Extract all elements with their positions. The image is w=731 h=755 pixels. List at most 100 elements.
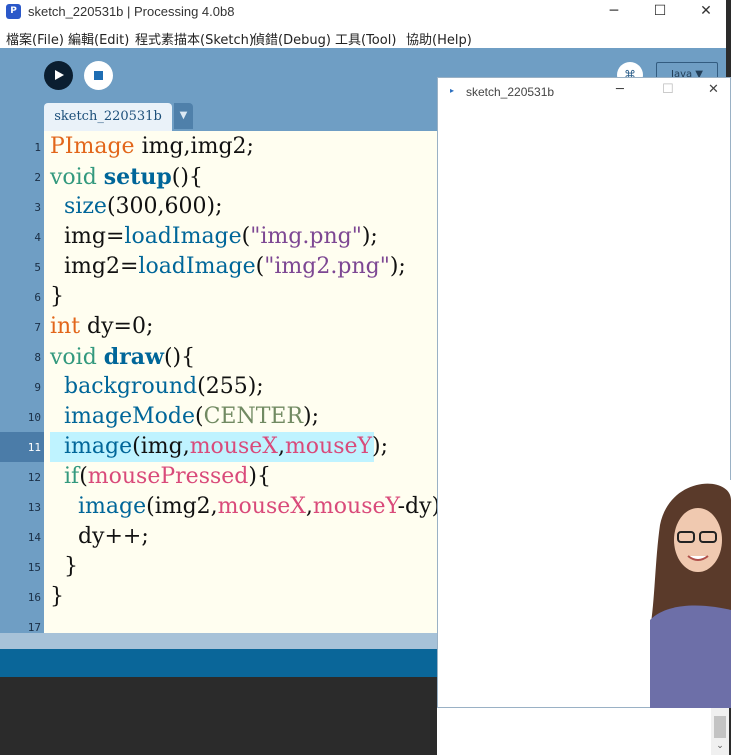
vertical-scrollbar[interactable]: ⌄ [711, 708, 729, 755]
line-number-gutter: 1 2 3 4 5 6 7 8 9 10 11 12 13 14 15 16 17 [0, 131, 44, 634]
code-token: ( [255, 254, 265, 279]
line-number: 4 [34, 231, 41, 244]
sketch-close-button[interactable]: ✕ [708, 82, 719, 97]
code-token: ); [389, 254, 406, 279]
code-token: CENTER [203, 404, 304, 429]
code-line[interactable]: size(300,600); [50, 192, 223, 222]
code-line[interactable]: img=loadImage("img.png"); [50, 222, 378, 252]
code-token: ( [195, 404, 204, 429]
code-line[interactable]: int dy=0; [50, 312, 153, 342]
code-line[interactable]: image(img,mouseX,mouseY); [50, 432, 388, 462]
code-line[interactable]: image(img2,mouseX,mouseY-dy) [50, 492, 437, 522]
status-bar [0, 649, 437, 677]
sketch-minimize-button[interactable]: ─ [616, 82, 624, 97]
code-line[interactable]: void draw(){ [50, 342, 195, 372]
code-token: loadImage [138, 254, 256, 279]
line-number: 14 [27, 531, 41, 544]
scroll-down-arrow[interactable]: ⌄ [714, 740, 726, 752]
code-token: mousePressed [87, 464, 249, 489]
tab-sketch[interactable]: sketch_220531b [44, 103, 172, 131]
code-line[interactable]: dy++; [50, 522, 149, 552]
menu-help[interactable]: 協助(Help) [406, 29, 472, 48]
code-token: mouseX [217, 494, 306, 519]
code-token: ){ [248, 464, 271, 489]
code-token: (img2, [146, 494, 218, 519]
menu-debug[interactable]: 偵錯(Debug) [252, 29, 331, 48]
code-line[interactable]: PImage img,img2; [50, 132, 254, 162]
run-button[interactable] [44, 61, 73, 90]
tab-menu-button[interactable]: ▼ [174, 103, 193, 129]
line-number: 15 [27, 561, 41, 574]
code-token: } [50, 554, 78, 579]
code-token: mouseY [284, 434, 373, 459]
minimize-button[interactable]: ─ [591, 0, 637, 24]
menu-file[interactable]: 檔案(File) [6, 29, 64, 48]
console-area [0, 677, 437, 755]
code-token: "img2.png" [264, 254, 390, 279]
line-number: 7 [34, 321, 41, 334]
close-button[interactable]: ✕ [683, 0, 729, 24]
code-token: ); [372, 434, 389, 459]
line-number: 13 [27, 501, 41, 514]
line-number: 11 [27, 441, 41, 454]
code-token: } [50, 284, 64, 309]
line-number: 5 [34, 261, 41, 274]
line-number: 9 [34, 381, 41, 394]
code-line[interactable]: void setup(){ [50, 162, 203, 192]
code-token: (300,600); [106, 194, 223, 219]
code-token: ( [241, 224, 251, 249]
code-token: ); [361, 224, 378, 249]
code-line[interactable]: img2=loadImage("img2.png"); [50, 252, 406, 282]
code-token: img2= [50, 254, 139, 279]
code-token: draw [103, 344, 164, 370]
play-icon [55, 70, 64, 80]
code-line[interactable]: if(mousePressed){ [50, 462, 271, 492]
processing-icon: P [6, 4, 21, 19]
line-number: 1 [34, 141, 41, 154]
menu-sketch[interactable]: 程式素描本(Sketch) [135, 29, 254, 48]
sketch-window-title: sketch_220531b [466, 85, 555, 99]
stop-icon [94, 71, 103, 80]
code-token: PImage [50, 134, 135, 159]
code-token: image [64, 434, 133, 459]
code-token: mouseX [189, 434, 278, 459]
code-token: , [305, 494, 313, 519]
code-line[interactable]: background(255); [50, 372, 264, 402]
code-token: dy++; [50, 524, 149, 549]
code-token: void [50, 165, 97, 190]
code-token: mouseY [312, 494, 398, 519]
presenter-image [650, 480, 731, 708]
code-token: "img.png" [250, 224, 362, 249]
code-token: imageMode [64, 404, 195, 429]
maximize-button[interactable]: ☐ [637, 0, 683, 24]
menu-edit[interactable]: 編輯(Edit) [68, 29, 129, 48]
code-token: size [64, 194, 107, 219]
code-line[interactable]: } [50, 282, 64, 312]
code-editor[interactable]: PImage img,img2; void setup(){ size(300,6… [44, 131, 437, 633]
code-token: image [77, 494, 147, 519]
code-token: int [50, 314, 81, 339]
line-number: 6 [34, 291, 41, 304]
stop-button[interactable] [84, 61, 113, 90]
menu-tool[interactable]: 工具(Tool) [335, 29, 396, 48]
code-line[interactable]: imageMode(CENTER); [50, 402, 319, 432]
code-token: void [50, 345, 97, 370]
line-number: 16 [27, 591, 41, 604]
title-bar: P sketch_220531b | Processing 4.0b8 ─ ☐ … [0, 0, 731, 24]
tab-row: sketch_220531b ▼ [0, 100, 437, 131]
code-token: loadImage [124, 224, 242, 249]
code-line[interactable]: } [50, 552, 78, 582]
code-token: (255); [197, 374, 264, 399]
code-line[interactable]: } [50, 582, 64, 612]
code-token: img= [50, 224, 125, 249]
line-number: 2 [34, 171, 41, 184]
code-token: background [64, 374, 198, 399]
scrollbar-thumb[interactable] [714, 716, 726, 738]
sketch-maximize-button[interactable]: ☐ [662, 82, 674, 97]
webcam-overlay [650, 480, 731, 708]
